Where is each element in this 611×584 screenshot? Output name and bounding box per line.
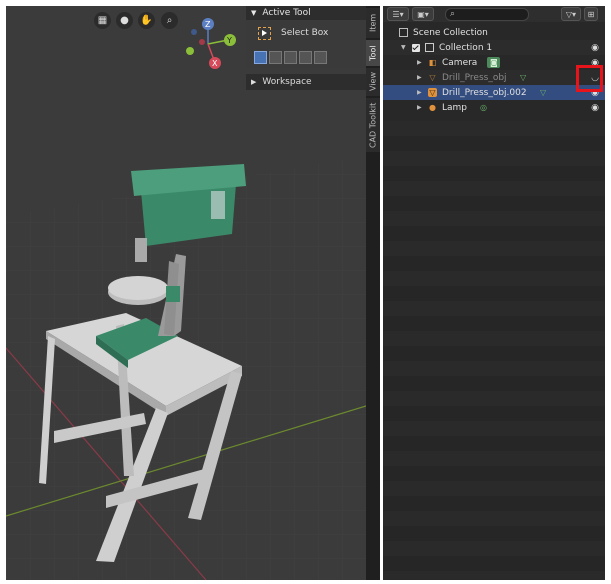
- axis-gizmo[interactable]: Z Y X: [178, 16, 240, 72]
- search-input[interactable]: ⌕: [445, 7, 529, 21]
- mode-intersect-icon[interactable]: [314, 50, 327, 64]
- workspace-title: Workspace: [262, 77, 312, 87]
- eye-icon[interactable]: ◉: [591, 43, 599, 53]
- camera-view-icon[interactable]: ●: [116, 12, 133, 29]
- gizmo-neg-x[interactable]: [199, 39, 205, 45]
- mesh-data-icon[interactable]: ▽: [517, 72, 530, 83]
- mesh-object-icon: ▽: [428, 87, 437, 97]
- tab-cad-toolkit[interactable]: CAD Toolkit: [366, 98, 380, 152]
- view-layer-dropdown[interactable]: ▣▾: [412, 7, 434, 21]
- expand-arrow-icon[interactable]: ▶: [417, 104, 425, 111]
- expand-arrow-icon[interactable]: ▼: [401, 44, 409, 51]
- gizmo-neg-z[interactable]: [191, 29, 197, 35]
- active-tool-title: Active Tool: [262, 8, 311, 18]
- selection-mode-buttons: [246, 46, 366, 68]
- select-box-tool[interactable]: Select Box: [246, 20, 366, 46]
- gizmo-x-label: X: [212, 59, 218, 68]
- lamp-row[interactable]: ▶ ● Lamp ◎ ◉: [383, 100, 605, 115]
- expand-arrow-icon[interactable]: ▶: [417, 89, 425, 96]
- scene-collection-label: Scene Collection: [413, 27, 488, 38]
- eye-icon[interactable]: ◉: [591, 103, 599, 113]
- tab-tool[interactable]: Tool: [366, 40, 380, 66]
- select-box-label: Select Box: [281, 28, 329, 38]
- outliner-header: ☰▾ ▣▾ ⌕ ▽▾ ⊞: [383, 6, 605, 22]
- outliner-empty-area: [383, 121, 605, 580]
- pan-hand-icon[interactable]: ✋: [138, 12, 155, 29]
- gizmo-neg-y[interactable]: [186, 47, 194, 55]
- drill-press-obj-002-label: Drill_Press_obj.002: [442, 87, 527, 98]
- expand-triangle-icon: ▶: [251, 78, 257, 86]
- select-box-icon: [258, 26, 271, 40]
- new-collection-icon[interactable]: ⊞: [584, 7, 598, 21]
- collapse-triangle-icon: ▼: [251, 9, 257, 17]
- lamp-object-icon: ●: [429, 102, 436, 112]
- sidebar-tool-panel: ▼ Active Tool Select Box ▶ Workspace: [246, 6, 366, 580]
- mesh-data-icon[interactable]: ▽: [537, 87, 550, 98]
- workspace-header[interactable]: ▶ Workspace: [246, 74, 366, 90]
- camera-row[interactable]: ▶ ◧ Camera ◙ ◉: [383, 55, 605, 70]
- camera-object-icon: ◧: [428, 57, 437, 67]
- drill-press-obj-002-row[interactable]: ▶ ▽ Drill_Press_obj.002 ▽ ◉: [383, 85, 605, 100]
- lamp-data-icon[interactable]: ◎: [477, 102, 490, 113]
- drill-press-obj-row[interactable]: ▶ ▽ Drill_Press_obj ▽ ◡: [383, 70, 605, 85]
- mode-new-icon[interactable]: [254, 50, 267, 64]
- active-tool-header[interactable]: ▼ Active Tool: [246, 6, 366, 20]
- scene-collection-icon: [399, 28, 408, 37]
- collection-1-label: Collection 1: [439, 42, 493, 53]
- expand-arrow-icon[interactable]: ▶: [417, 74, 425, 81]
- lamp-label: Lamp: [442, 102, 468, 113]
- mode-invert-icon[interactable]: [299, 50, 312, 64]
- highlight-box: [576, 65, 603, 92]
- zoom-icon[interactable]: ⌕: [161, 12, 178, 29]
- display-mode-dropdown[interactable]: ☰▾: [387, 7, 409, 21]
- collection-1-row[interactable]: ▼ Collection 1 ◉: [383, 40, 605, 55]
- tab-view[interactable]: View: [366, 68, 380, 96]
- gizmo-z-label: Z: [205, 20, 211, 29]
- gizmo-y-label: Y: [226, 36, 232, 45]
- mode-extend-icon[interactable]: [269, 50, 282, 64]
- expand-arrow-icon[interactable]: ▶: [417, 59, 425, 66]
- scene-collection-row[interactable]: Scene Collection: [383, 25, 605, 40]
- mode-subtract-icon[interactable]: [284, 50, 297, 64]
- search-icon: ⌕: [450, 9, 456, 19]
- outliner-panel: ☰▾ ▣▾ ⌕ ▽▾ ⊞ Scene Collection ▼ Collecti…: [383, 6, 605, 580]
- grid-view-icon[interactable]: ▦: [94, 12, 111, 29]
- drill-press-obj-label: Drill_Press_obj: [442, 72, 507, 83]
- mesh-object-icon: ▽: [429, 72, 436, 82]
- tab-item[interactable]: Item: [366, 8, 380, 38]
- filter-dropdown[interactable]: ▽▾: [561, 7, 581, 21]
- camera-label: Camera: [442, 57, 478, 68]
- sidebar-tabs: Item Tool View CAD Toolkit: [366, 6, 380, 580]
- camera-data-icon[interactable]: ◙: [487, 57, 501, 68]
- exclude-checkbox[interactable]: [412, 43, 420, 52]
- collection-icon: [425, 43, 434, 52]
